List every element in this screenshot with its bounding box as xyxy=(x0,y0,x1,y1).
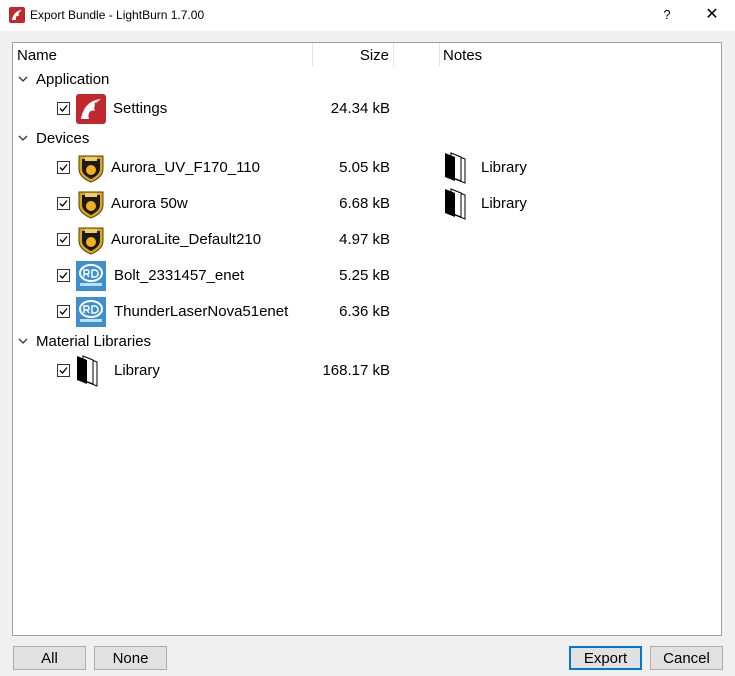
column-header-notes[interactable]: Notes xyxy=(443,43,713,69)
checkmark-icon xyxy=(59,272,68,279)
chevron-down-icon[interactable] xyxy=(17,335,29,347)
column-header-name[interactable]: Name xyxy=(17,43,313,69)
item-label: ThunderLaserNova51enet xyxy=(114,303,289,320)
library-pages-icon xyxy=(77,355,98,387)
group-label: Devices xyxy=(36,130,90,147)
tree-item-device[interactable]: Aurora_UV_F170_110 5.05 kB Library xyxy=(13,150,721,186)
help-button[interactable]: ? xyxy=(655,4,679,26)
checkmark-icon xyxy=(59,367,68,374)
item-note: Library xyxy=(481,159,527,176)
item-size: 168.17 kB xyxy=(322,362,390,379)
item-label: Library xyxy=(114,362,160,379)
jcz-controller-icon xyxy=(78,155,104,183)
column-divider xyxy=(393,43,394,67)
item-label: AuroraLite_Default210 xyxy=(111,231,262,248)
export-button[interactable]: Export xyxy=(569,646,642,670)
tree-item-library[interactable]: Library 168.17 kB xyxy=(13,353,721,389)
item-size: 4.97 kB xyxy=(339,231,390,248)
item-label: Bolt_2331457_enet xyxy=(114,267,245,284)
checkmark-icon xyxy=(59,200,68,207)
tree-item-device[interactable]: ThunderLaserNova51enet 6.36 kB xyxy=(13,294,721,330)
group-label: Application xyxy=(36,71,110,88)
item-checkbox[interactable] xyxy=(57,269,70,282)
library-pages-icon xyxy=(445,188,466,220)
item-size: 6.36 kB xyxy=(339,303,390,320)
tree-group-material-libraries[interactable]: Material Libraries xyxy=(13,330,721,352)
tree-item-device[interactable]: AuroraLite_Default210 4.97 kB xyxy=(13,222,721,258)
chevron-down-icon[interactable] xyxy=(17,132,29,144)
tree-group-devices[interactable]: Devices xyxy=(13,127,721,149)
item-label: Aurora_UV_F170_110 xyxy=(111,159,260,176)
checkmark-icon xyxy=(59,164,68,171)
checkmark-icon xyxy=(59,308,68,315)
title-bar: Export Bundle - LightBurn 1.7.00 ? ✕ xyxy=(0,0,735,31)
item-checkbox[interactable] xyxy=(57,364,70,377)
column-divider xyxy=(439,43,440,67)
jcz-controller-icon xyxy=(78,191,104,219)
item-label: Settings xyxy=(113,100,168,117)
tree-item-device[interactable]: Aurora 50w 6.68 kB Library xyxy=(13,186,721,222)
item-size: 5.05 kB xyxy=(339,159,390,176)
select-none-button[interactable]: None xyxy=(94,646,167,670)
tree-item-settings[interactable]: Settings 24.34 kB xyxy=(13,91,721,127)
lightburn-dragon-icon xyxy=(76,94,106,124)
checkmark-icon xyxy=(59,236,68,243)
item-size: 24.34 kB xyxy=(330,100,390,117)
item-label: Aurora 50w xyxy=(111,195,188,212)
item-checkbox[interactable] xyxy=(57,305,70,318)
window-title: Export Bundle - LightBurn 1.7.00 xyxy=(30,8,205,22)
close-button[interactable]: ✕ xyxy=(699,4,725,26)
ruida-controller-icon xyxy=(76,261,106,291)
group-label: Material Libraries xyxy=(36,333,152,350)
tree-group-application[interactable]: Application xyxy=(13,68,721,90)
item-note: Library xyxy=(481,195,527,212)
item-checkbox[interactable] xyxy=(57,102,70,115)
item-size: 5.25 kB xyxy=(339,267,390,284)
select-all-button[interactable]: All xyxy=(13,646,86,670)
bundle-tree[interactable]: Name Size Notes Application Settings 24.… xyxy=(12,42,722,636)
jcz-controller-icon xyxy=(78,227,104,255)
item-size: 6.68 kB xyxy=(339,195,390,212)
item-checkbox[interactable] xyxy=(57,161,70,174)
item-checkbox[interactable] xyxy=(57,233,70,246)
lightburn-app-icon xyxy=(9,7,25,23)
checkmark-icon xyxy=(59,105,68,112)
ruida-controller-icon xyxy=(76,297,106,327)
item-checkbox[interactable] xyxy=(57,197,70,210)
column-header-size[interactable]: Size xyxy=(313,43,393,69)
cancel-button[interactable]: Cancel xyxy=(650,646,723,670)
tree-item-device[interactable]: Bolt_2331457_enet 5.25 kB xyxy=(13,258,721,294)
chevron-down-icon[interactable] xyxy=(17,73,29,85)
library-pages-icon xyxy=(445,152,466,184)
